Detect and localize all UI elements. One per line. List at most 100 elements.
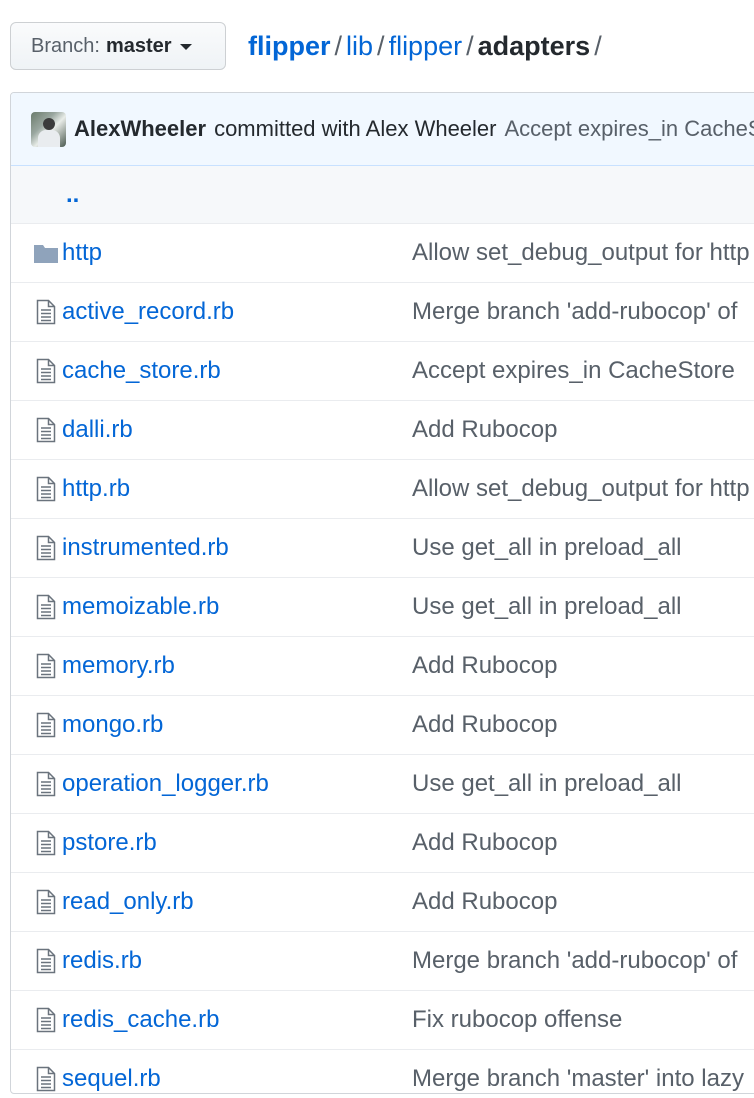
commit-message-cell: Add Rubocop — [412, 829, 557, 857]
file-icon — [29, 889, 63, 915]
file-name-cell: pstore.rb — [62, 829, 157, 857]
branch-select-button[interactable]: Branch: master — [10, 22, 226, 70]
file-commit-message-link[interactable]: Allow set_debug_output for http — [412, 475, 750, 502]
file-name-link[interactable]: cache_store.rb — [62, 357, 221, 384]
file-name-cell: dalli.rb — [62, 416, 133, 444]
file-commit-message-link[interactable]: Allow set_debug_output for http — [412, 239, 750, 266]
file-commit-message-link[interactable]: Accept expires_in CacheStore — [412, 357, 735, 384]
file-commit-message-link[interactable]: Use get_all in preload_all — [412, 534, 682, 561]
commit-message-cell: Add Rubocop — [412, 888, 557, 916]
file-row: active_record.rb Merge branch 'add-ruboco… — [11, 282, 754, 341]
commit-message-cell: Merge branch 'master' into lazy — [412, 1065, 744, 1093]
parent-directory-row: .. — [11, 166, 754, 223]
caret-down-icon — [179, 44, 192, 50]
file-row: memoizable.rb Use get_all in preload_all — [11, 577, 754, 636]
commit-message-cell: Merge branch 'add-rubocop' of — [412, 947, 737, 975]
file-name-cell: memory.rb — [62, 652, 175, 680]
breadcrumb-separator: / — [377, 31, 385, 61]
commit-message-cell: Accept expires_in CacheStore — [412, 357, 735, 385]
file-icon — [29, 771, 63, 797]
breadcrumb-separator: / — [594, 31, 602, 61]
file-row: mongo.rb Add Rubocop — [11, 695, 754, 754]
file-name-cell: instrumented.rb — [62, 534, 229, 562]
commit-message-cell: Allow set_debug_output for http — [412, 475, 750, 503]
file-name-link[interactable]: instrumented.rb — [62, 534, 229, 561]
file-commit-message-link[interactable]: Fix rubocop offense — [412, 1006, 622, 1033]
file-icon — [29, 830, 63, 856]
file-row: memory.rb Add Rubocop — [11, 636, 754, 695]
file-name-link[interactable]: memory.rb — [62, 652, 175, 679]
file-name-link[interactable]: dalli.rb — [62, 416, 133, 443]
file-rows: http Allow set_debug_output for http activ… — [11, 223, 754, 1093]
file-navigation: Branch: master flipper / lib / flipper / adapt… — [0, 0, 754, 92]
file-name-cell: http.rb — [62, 475, 130, 503]
commit-message-cell: Allow set_debug_output for http — [412, 239, 750, 267]
file-row: operation_logger.rb Use get_all in preloa… — [11, 754, 754, 813]
file-icon — [29, 594, 63, 620]
file-name-link[interactable]: pstore.rb — [62, 829, 157, 856]
file-row: http.rb Allow set_debug_output for http — [11, 459, 754, 518]
file-name-link[interactable]: active_record.rb — [62, 298, 234, 325]
file-icon — [29, 476, 63, 502]
file-commit-message-link[interactable]: Add Rubocop — [412, 711, 557, 738]
breadcrumb-current: adapters — [477, 31, 591, 61]
commit-author[interactable]: AlexWheeler — [74, 116, 206, 142]
branch-prefix: Branch: — [31, 34, 100, 57]
file-commit-message-link[interactable]: Merge branch 'master' into lazy — [412, 1065, 744, 1092]
file-commit-message-link[interactable]: Add Rubocop — [412, 416, 557, 443]
breadcrumb-repo-root[interactable]: flipper — [248, 31, 331, 61]
commit-message-cell: Add Rubocop — [412, 416, 557, 444]
file-name-link[interactable]: mongo.rb — [62, 711, 163, 738]
file-name-cell: read_only.rb — [62, 888, 194, 916]
file-commit-message-link[interactable]: Add Rubocop — [412, 888, 557, 915]
file-name-link[interactable]: sequel.rb — [62, 1065, 161, 1092]
avatar[interactable] — [31, 111, 66, 147]
file-name-link[interactable]: read_only.rb — [62, 888, 194, 915]
commit-with-text: committed with Alex Wheeler — [214, 116, 497, 141]
file-icon — [29, 948, 63, 974]
commit-message-cell: Use get_all in preload_all — [412, 593, 682, 621]
file-row: sequel.rb Merge branch 'master' into lazy — [11, 1049, 754, 1093]
file-name-cell: memoizable.rb — [62, 593, 219, 621]
file-name-link[interactable]: redis_cache.rb — [62, 1006, 219, 1033]
file-commit-message-link[interactable]: Add Rubocop — [412, 652, 557, 679]
breadcrumb: flipper / lib / flipper / adapters / — [248, 28, 606, 64]
file-name-cell: sequel.rb — [62, 1065, 161, 1093]
file-list: AlexWheeler committed with Alex Wheeler … — [10, 92, 754, 1094]
file-icon — [29, 1007, 63, 1033]
file-name-link[interactable]: redis.rb — [62, 947, 142, 974]
file-commit-message-link[interactable]: Use get_all in preload_all — [412, 770, 682, 797]
latest-commit: AlexWheeler committed with Alex Wheeler … — [11, 93, 754, 166]
file-name-link[interactable]: http — [62, 239, 102, 266]
file-row: http Allow set_debug_output for http — [11, 223, 754, 282]
file-icon — [29, 1066, 63, 1092]
file-name-cell: redis.rb — [62, 947, 142, 975]
breadcrumb-separator: / — [466, 31, 474, 61]
file-row: read_only.rb Add Rubocop — [11, 872, 754, 931]
file-name-link[interactable]: http.rb — [62, 475, 130, 502]
file-name-link[interactable]: operation_logger.rb — [62, 770, 269, 797]
file-row: redis_cache.rb Fix rubocop offense — [11, 990, 754, 1049]
file-row: redis.rb Merge branch 'add-rubocop' of — [11, 931, 754, 990]
file-row: instrumented.rb Use get_all in preload_al… — [11, 518, 754, 577]
file-icon — [29, 535, 63, 561]
file-icon — [29, 299, 63, 325]
commit-message[interactable]: Accept expires_in CacheStore — [505, 116, 754, 142]
file-name-cell: operation_logger.rb — [62, 770, 269, 798]
breadcrumb-separator: / — [334, 31, 343, 61]
file-row: pstore.rb Add Rubocop — [11, 813, 754, 872]
file-icon — [29, 712, 63, 738]
file-name-cell: http — [62, 239, 102, 267]
breadcrumb-lib[interactable]: lib — [346, 31, 373, 61]
file-commit-message-link[interactable]: Use get_all in preload_all — [412, 593, 682, 620]
parent-directory-link[interactable]: .. — [66, 181, 79, 209]
file-name-link[interactable]: memoizable.rb — [62, 593, 219, 620]
file-commit-message-link[interactable]: Add Rubocop — [412, 829, 557, 856]
commit-message-cell: Merge branch 'add-rubocop' of — [412, 298, 737, 326]
file-commit-message-link[interactable]: Merge branch 'add-rubocop' of — [412, 947, 737, 974]
breadcrumb-flipper[interactable]: flipper — [389, 31, 463, 61]
file-row: dalli.rb Add Rubocop — [11, 400, 754, 459]
file-commit-message-link[interactable]: Merge branch 'add-rubocop' of — [412, 298, 737, 325]
commit-message-cell: Use get_all in preload_all — [412, 770, 682, 798]
file-row: cache_store.rb Accept expires_in CacheSto… — [11, 341, 754, 400]
